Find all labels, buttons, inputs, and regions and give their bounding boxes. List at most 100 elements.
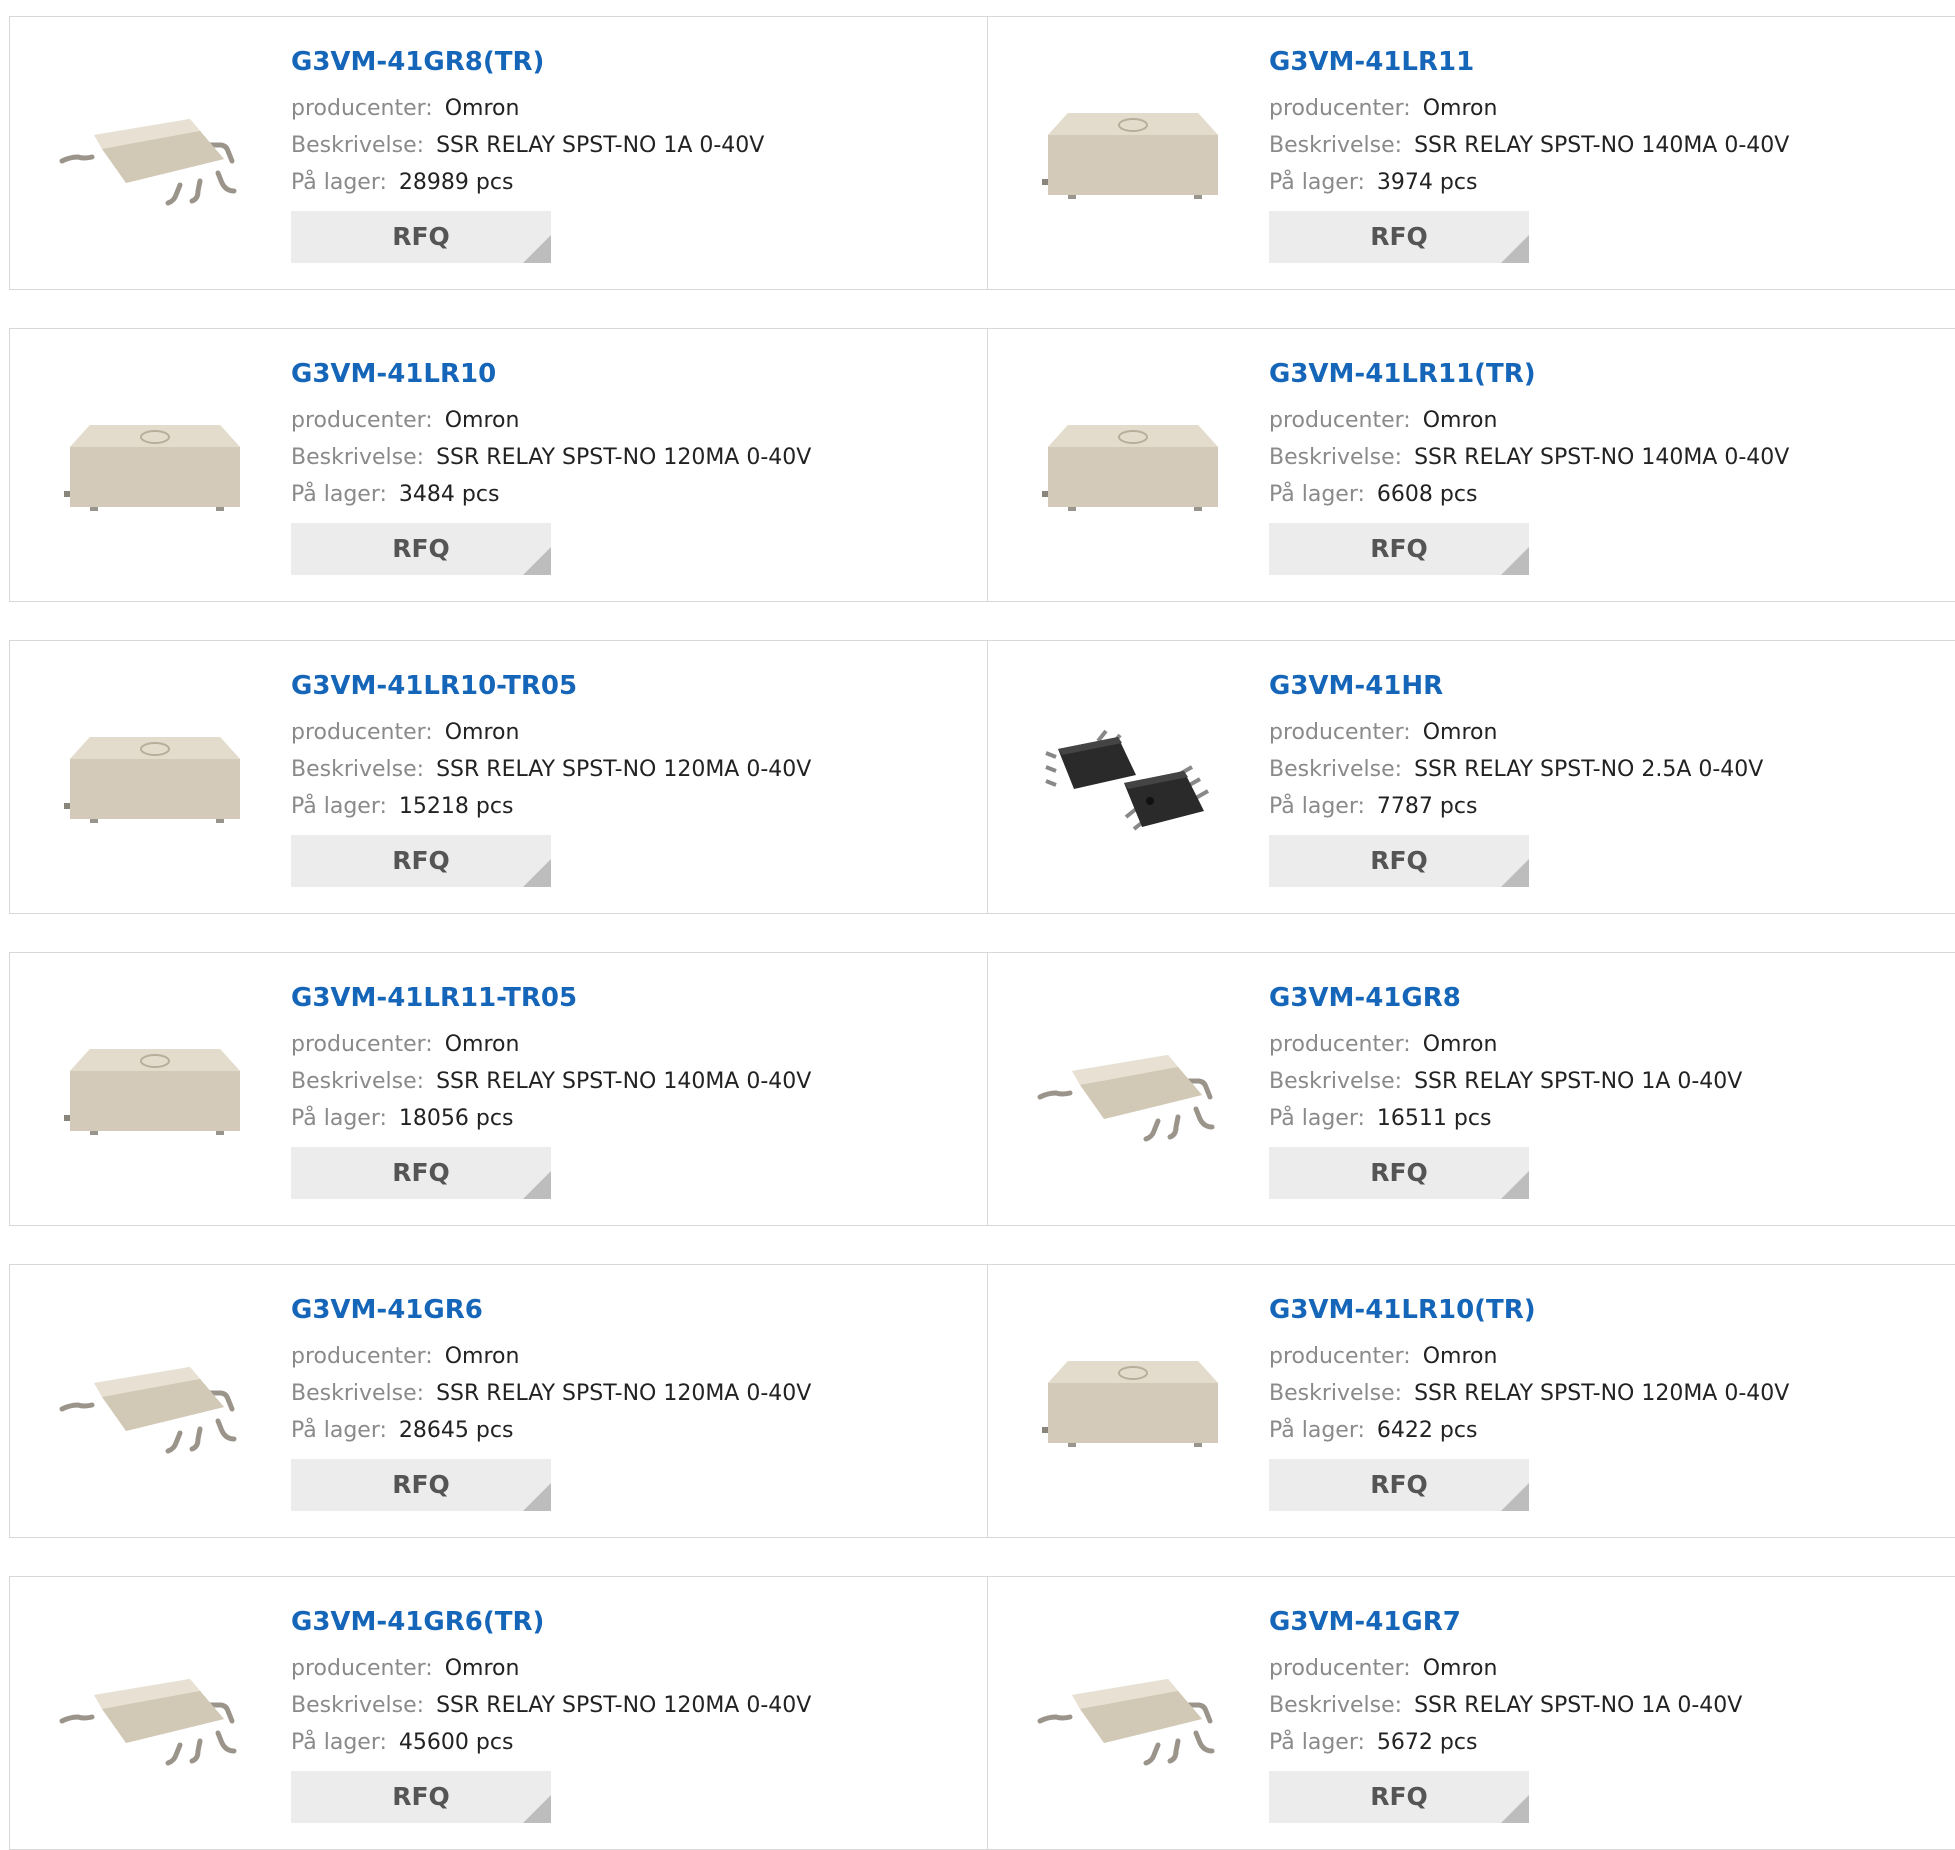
rfq-corner-triangle — [1501, 1483, 1529, 1512]
product-card: G3VM-41GR8 producenter: Omron Beskrivelse… — [988, 953, 1955, 1225]
rfq-button[interactable]: RFQ — [291, 523, 551, 576]
product-name-link[interactable]: G3VM-41LR11(TR) — [1269, 359, 1789, 390]
rfq-button[interactable]: RFQ — [291, 211, 551, 264]
description-row: Beskrivelse: SSR RELAY SPST-NO 2.5A 0-40V — [1269, 751, 1763, 788]
product-name-link[interactable]: G3VM-41GR8 — [1269, 983, 1742, 1014]
product-info: G3VM-41LR11-TR05 producenter: Omron Beskr… — [291, 983, 811, 1200]
description-value: SSR RELAY SPST-NO 120MA 0-40V — [436, 445, 812, 471]
stock-row: På lager: 28645 pcs — [291, 1412, 811, 1449]
rfq-button-label: RFQ — [1370, 1158, 1428, 1188]
rfq-button-label: RFQ — [1370, 534, 1428, 564]
stock-value: 28989 pcs — [398, 170, 514, 196]
description-value: SSR RELAY SPST-NO 120MA 0-40V — [436, 757, 812, 783]
rfq-corner-triangle — [523, 547, 551, 576]
manufacturer-value: Omron — [444, 720, 520, 746]
manufacturer-row: producenter: Omron — [291, 1650, 811, 1687]
rfq-button[interactable]: RFQ — [1269, 835, 1529, 888]
product-card: G3VM-41LR11(TR) producenter: Omron Beskri… — [988, 329, 1955, 601]
product-info: G3VM-41GR8 producenter: Omron Beskrivelse… — [1269, 983, 1742, 1200]
product-info: G3VM-41GR7 producenter: Omron Beskrivelse… — [1269, 1607, 1742, 1824]
product-name-link[interactable]: G3VM-41LR10(TR) — [1269, 1295, 1789, 1326]
stock-row: På lager: 7787 pcs — [1269, 788, 1763, 825]
stock-label: På lager: — [291, 794, 387, 820]
description-label: Beskrivelse: — [291, 445, 425, 471]
product-name-link[interactable]: G3VM-41LR10-TR05 — [291, 671, 811, 702]
description-value: SSR RELAY SPST-NO 1A 0-40V — [1414, 1693, 1743, 1719]
ssop-beige-package-image[interactable] — [1028, 55, 1228, 255]
product-name-link[interactable]: G3VM-41GR6 — [291, 1295, 811, 1326]
sop-gullwing-package-image[interactable] — [50, 1303, 250, 1503]
description-row: Beskrivelse: SSR RELAY SPST-NO 140MA 0-40… — [291, 1063, 811, 1100]
rfq-button-label: RFQ — [1370, 846, 1428, 876]
product-info: G3VM-41LR10(TR) producenter: Omron Beskri… — [1269, 1295, 1789, 1512]
description-label: Beskrivelse: — [291, 757, 425, 783]
sop-gullwing-package-image[interactable] — [1028, 1615, 1228, 1815]
rfq-button[interactable]: RFQ — [1269, 1147, 1529, 1200]
product-name-link[interactable]: G3VM-41LR11-TR05 — [291, 983, 811, 1014]
stock-value: 15218 pcs — [398, 794, 514, 820]
rfq-corner-triangle — [523, 1171, 551, 1200]
description-value: SSR RELAY SPST-NO 120MA 0-40V — [1414, 1381, 1790, 1407]
manufacturer-row: producenter: Omron — [291, 714, 811, 751]
rfq-button[interactable]: RFQ — [1269, 523, 1529, 576]
rfq-button[interactable]: RFQ — [1269, 1771, 1529, 1824]
rfq-button[interactable]: RFQ — [291, 835, 551, 888]
stock-label: På lager: — [1269, 794, 1365, 820]
stock-value: 18056 pcs — [398, 1106, 514, 1132]
product-card: G3VM-41GR8(TR) producenter: Omron Beskriv… — [9, 17, 988, 289]
black-sop-pair-image[interactable] — [1028, 679, 1228, 879]
rfq-button[interactable]: RFQ — [1269, 1459, 1529, 1512]
stock-value: 7787 pcs — [1376, 794, 1478, 820]
sop-gullwing-package-image[interactable] — [50, 55, 250, 255]
stock-label: På lager: — [291, 1730, 387, 1756]
product-name-link[interactable]: G3VM-41HR — [1269, 671, 1763, 702]
rfq-button[interactable]: RFQ — [291, 1459, 551, 1512]
ssop-beige-package-image[interactable] — [1028, 1303, 1228, 1503]
manufacturer-value: Omron — [1422, 96, 1498, 122]
product-name-link[interactable]: G3VM-41GR6(TR) — [291, 1607, 811, 1638]
rfq-button-label: RFQ — [392, 846, 450, 876]
description-row: Beskrivelse: SSR RELAY SPST-NO 120MA 0-40… — [291, 439, 811, 476]
description-row: Beskrivelse: SSR RELAY SPST-NO 120MA 0-40… — [1269, 1375, 1789, 1412]
rfq-corner-triangle — [523, 235, 551, 264]
product-name-link[interactable]: G3VM-41GR8(TR) — [291, 47, 764, 78]
description-value: SSR RELAY SPST-NO 140MA 0-40V — [436, 1069, 812, 1095]
manufacturer-label: producenter: — [1269, 1032, 1411, 1058]
stock-value: 45600 pcs — [398, 1730, 514, 1756]
product-name-link[interactable]: G3VM-41GR7 — [1269, 1607, 1742, 1638]
description-label: Beskrivelse: — [291, 133, 425, 159]
stock-row: På lager: 6422 pcs — [1269, 1412, 1789, 1449]
sop-gullwing-package-image[interactable] — [50, 1615, 250, 1815]
stock-label: På lager: — [1269, 1418, 1365, 1444]
manufacturer-row: producenter: Omron — [1269, 402, 1789, 439]
product-card: G3VM-41LR10 producenter: Omron Beskrivels… — [9, 329, 988, 601]
ssop-beige-package-image[interactable] — [1028, 367, 1228, 567]
product-row: G3VM-41LR10-TR05 producenter: Omron Beskr… — [9, 640, 1955, 914]
manufacturer-row: producenter: Omron — [1269, 1650, 1742, 1687]
description-row: Beskrivelse: SSR RELAY SPST-NO 120MA 0-40… — [291, 1687, 811, 1724]
stock-row: På lager: 5672 pcs — [1269, 1724, 1742, 1761]
product-info: G3VM-41GR6(TR) producenter: Omron Beskriv… — [291, 1607, 811, 1824]
product-name-link[interactable]: G3VM-41LR10 — [291, 359, 811, 390]
product-name-link[interactable]: G3VM-41LR11 — [1269, 47, 1789, 78]
rfq-button-label: RFQ — [392, 1158, 450, 1188]
manufacturer-value: Omron — [1422, 1656, 1498, 1682]
manufacturer-label: producenter: — [291, 408, 433, 434]
stock-row: På lager: 15218 pcs — [291, 788, 811, 825]
description-label: Beskrivelse: — [1269, 757, 1403, 783]
description-label: Beskrivelse: — [1269, 1693, 1403, 1719]
manufacturer-value: Omron — [1422, 1032, 1498, 1058]
sop-gullwing-package-image[interactable] — [1028, 991, 1228, 1191]
ssop-beige-package-image[interactable] — [50, 367, 250, 567]
manufacturer-label: producenter: — [291, 96, 433, 122]
description-row: Beskrivelse: SSR RELAY SPST-NO 1A 0-40V — [1269, 1687, 1742, 1724]
rfq-button[interactable]: RFQ — [291, 1147, 551, 1200]
rfq-button[interactable]: RFQ — [1269, 211, 1529, 264]
rfq-button[interactable]: RFQ — [291, 1771, 551, 1824]
manufacturer-row: producenter: Omron — [1269, 90, 1789, 127]
ssop-beige-package-image[interactable] — [50, 679, 250, 879]
ssop-beige-package-image[interactable] — [50, 991, 250, 1191]
manufacturer-value: Omron — [444, 1344, 520, 1370]
manufacturer-value: Omron — [1422, 720, 1498, 746]
rfq-corner-triangle — [1501, 1171, 1529, 1200]
